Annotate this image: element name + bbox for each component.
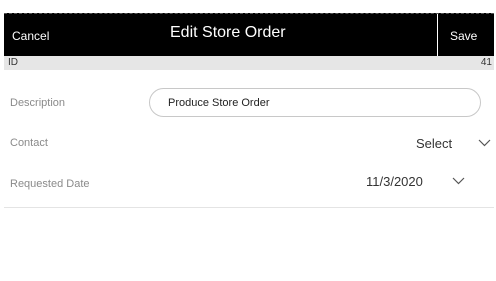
description-label: Description <box>10 97 66 109</box>
title-bar: Cancel Edit Store Order Save <box>4 13 494 56</box>
contact-select-value: Select <box>416 136 453 151</box>
id-value: 41 <box>480 57 492 68</box>
description-input[interactable] <box>149 88 481 117</box>
id-row: ID 41 <box>4 56 494 70</box>
requested-date-label: Requested Date <box>10 178 90 190</box>
id-label: ID <box>8 57 18 68</box>
contact-select[interactable]: Select <box>410 130 494 154</box>
chevron-down-icon <box>452 177 465 185</box>
save-divider <box>437 14 438 56</box>
save-button[interactable]: Save <box>450 29 477 43</box>
requested-date-picker[interactable]: 11/3/2020 <box>360 168 470 192</box>
form-divider <box>4 207 494 208</box>
cancel-button[interactable]: Cancel <box>12 29 49 43</box>
contact-label: Contact <box>10 137 48 149</box>
requested-date-value: 11/3/2020 <box>366 174 423 189</box>
chevron-down-icon <box>478 139 491 147</box>
page-title: Edit Store Order <box>170 24 286 41</box>
